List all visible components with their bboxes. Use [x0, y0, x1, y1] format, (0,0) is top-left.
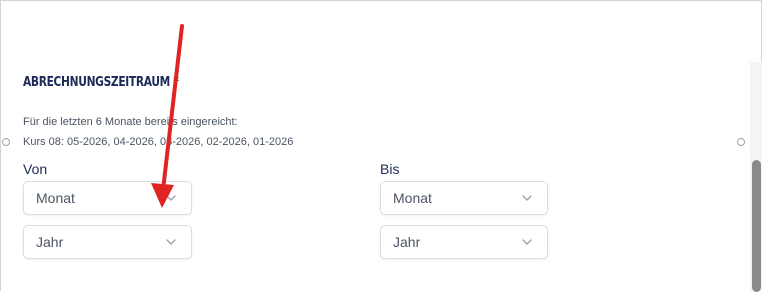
- resize-handle-left-icon[interactable]: [2, 138, 10, 146]
- to-month-select[interactable]: Monat: [380, 181, 548, 215]
- to-year-value: Jahr: [393, 234, 421, 250]
- from-month-select[interactable]: Monat: [23, 181, 192, 215]
- to-year-select[interactable]: Jahr: [380, 225, 548, 259]
- scrollbar-thumb[interactable]: [752, 160, 761, 292]
- resize-handle-right-icon[interactable]: [737, 138, 745, 146]
- chevron-down-icon: [166, 239, 176, 245]
- to-label: Bis: [380, 161, 400, 177]
- submission-info: Für die letzten 6 Monate bereits eingere…: [23, 112, 293, 152]
- chevron-down-icon: [166, 195, 176, 201]
- info-line-1: Für die letzten 6 Monate bereits eingere…: [23, 116, 238, 128]
- form-panel: Abrechnungszeitraum * Für die letzten 6 …: [0, 0, 762, 291]
- from-year-value: Jahr: [36, 234, 64, 250]
- from-month-value: Monat: [36, 190, 75, 206]
- to-month-value: Monat: [393, 190, 432, 206]
- from-year-select[interactable]: Jahr: [23, 225, 192, 259]
- chevron-down-icon: [522, 195, 532, 201]
- info-line-2: Kurs 08: 05-2026, 04-2026, 03-2026, 02-2…: [23, 136, 294, 148]
- section-title: Abrechnungszeitraum *: [23, 75, 179, 90]
- from-label: Von: [23, 161, 48, 177]
- chevron-down-icon: [522, 239, 532, 245]
